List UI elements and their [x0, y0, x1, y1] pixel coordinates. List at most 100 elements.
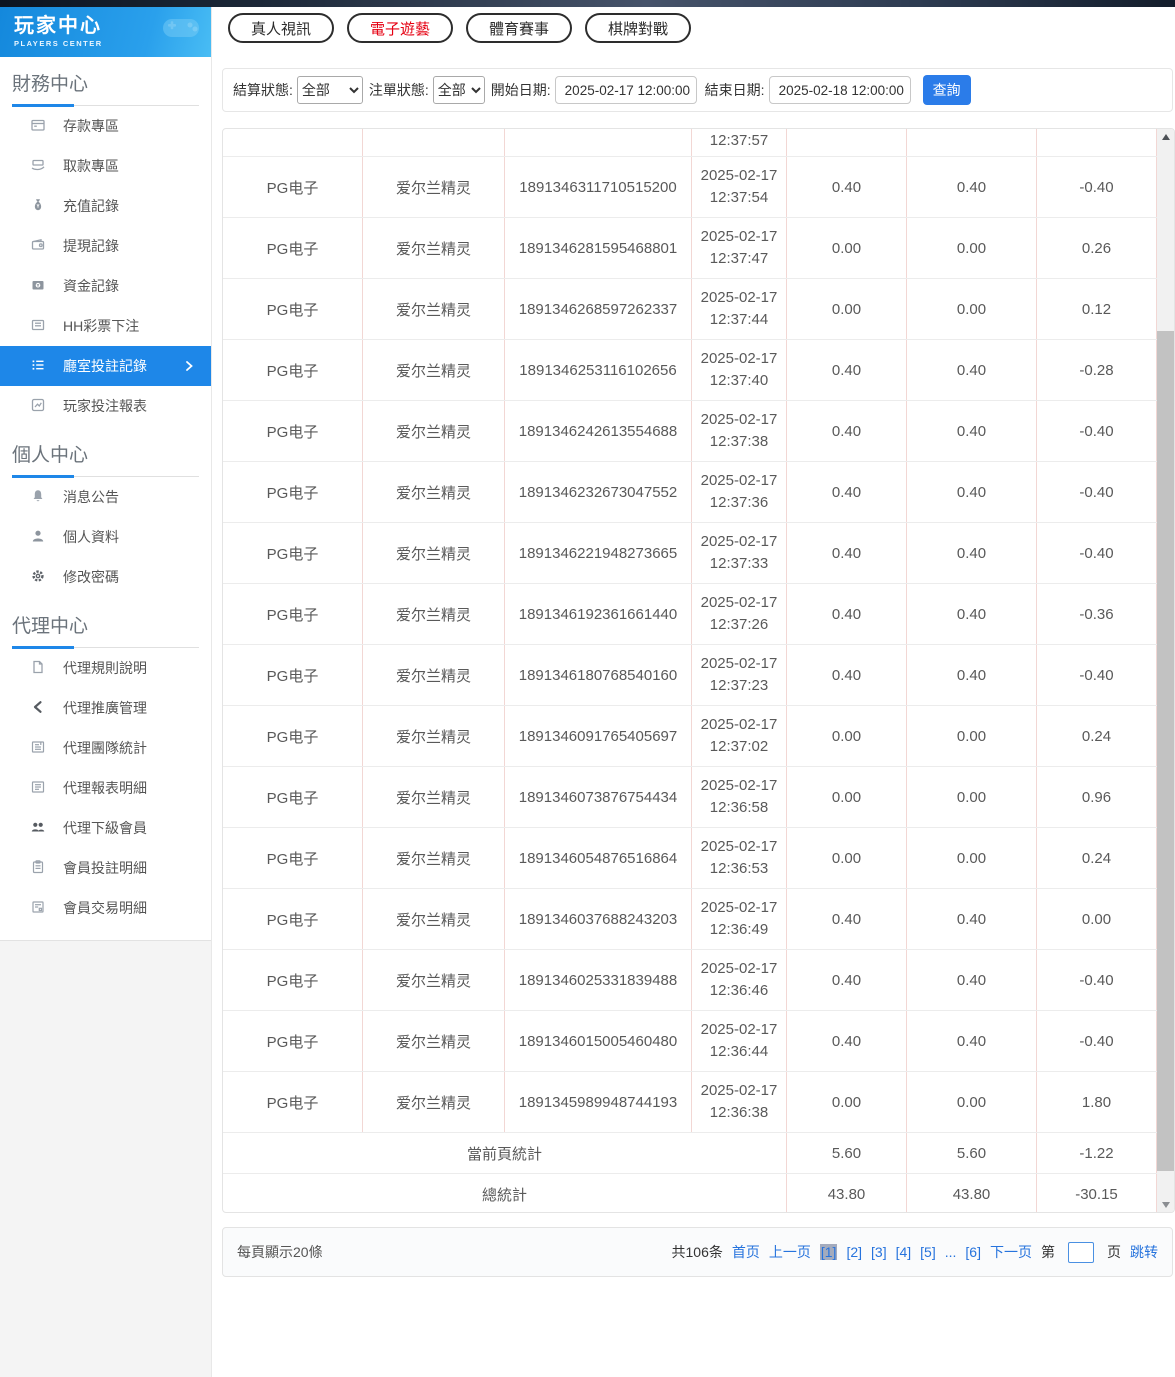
cell-time-line: 12:37:40: [709, 372, 769, 389]
page-link-2[interactable]: [2]: [846, 1244, 862, 1260]
sidebar-item-agent-promo[interactable]: 代理推廣管理: [0, 688, 211, 728]
start-date-input[interactable]: [554, 76, 697, 104]
cell-order-id: 1891346311710515200: [505, 157, 692, 217]
sidebar-item-agent-sub-members[interactable]: 代理下級會員: [0, 808, 211, 848]
cell-profit: -0.40: [1037, 950, 1157, 1010]
cell-order-id: 1891346281595468801: [505, 218, 692, 278]
bet-records-table: 12:37:57 PG电子 爱尔兰精灵 1891346311710515200: [222, 128, 1175, 1213]
order-status-select[interactable]: 全部: [432, 76, 485, 104]
table-row: PG电子 爱尔兰精灵 1891345989948744193 2025-02-1…: [223, 1072, 1157, 1133]
jump-prefix-label: 第: [1041, 1244, 1055, 1260]
scrollbar-thumb[interactable]: [1157, 331, 1174, 1171]
jump-button[interactable]: 跳转: [1130, 1242, 1158, 1262]
chevron-right-icon: [181, 359, 197, 373]
cell-game: 爱尔兰精灵: [363, 828, 505, 888]
sidebar-item-member-trade-detail[interactable]: 會員交易明細: [0, 888, 211, 928]
next-page-link[interactable]: 下一页: [990, 1242, 1032, 1262]
tab-board-games[interactable]: 棋牌對戰: [585, 13, 692, 43]
table-row: PG电子 爱尔兰精灵 1891346242613554688 2025-02-1…: [223, 401, 1157, 462]
cell-valid-bet: 0.40: [907, 645, 1037, 705]
end-date-input[interactable]: [768, 76, 911, 104]
cell-platform: PG电子: [223, 584, 363, 644]
tab-electronic-games[interactable]: 電子遊藝: [347, 13, 454, 43]
cell-date-line: 2025-02-17: [700, 167, 778, 184]
page-link-1[interactable]: [1]: [819, 1244, 838, 1260]
cell-time-line: 12:37:26: [709, 616, 769, 633]
cell-time: 2025-02-17 12:37:40: [692, 340, 787, 400]
cell-platform: PG电子: [223, 523, 363, 583]
cell-time-line: 12:36:38: [709, 1104, 769, 1121]
cell-profit: -0.40: [1037, 401, 1157, 461]
table-row: PG电子 爱尔兰精灵 1891346073876754434 2025-02-1…: [223, 767, 1157, 828]
money-bag-icon: [30, 197, 46, 216]
page-link-4[interactable]: [4]: [896, 1244, 912, 1260]
first-page-link[interactable]: 首页: [732, 1242, 760, 1262]
table-row: PG电子 爱尔兰精灵 1891346015005460480 2025-02-1…: [223, 1011, 1157, 1072]
sidebar-item-funds-record[interactable]: 資金記錄: [0, 266, 211, 306]
cell-platform: PG电子: [223, 706, 363, 766]
cell-bet: 0.40: [787, 645, 907, 705]
sidebar-item-recharge-record[interactable]: 充值記錄: [0, 186, 211, 226]
cell-game: 爱尔兰精灵: [363, 279, 505, 339]
sidebar-item-profile[interactable]: 個人資料: [0, 517, 211, 557]
sidebar-item-label: 代理下級會員: [63, 820, 147, 836]
cell-date-line: 2025-02-17: [700, 594, 778, 611]
cell-time: 2025-02-17 12:37:44: [692, 279, 787, 339]
sidebar-item-withdrawal-record[interactable]: 提現記錄: [0, 226, 211, 266]
cell-date-line: 2025-02-17: [700, 1021, 778, 1038]
sidebar-item-withdraw[interactable]: 取款專區: [0, 146, 211, 186]
cell-time: 2025-02-17 12:37:02: [692, 706, 787, 766]
total-summary-row: 總統計 43.80 43.80 -30.15: [223, 1174, 1157, 1212]
sidebar-item-agent-rules[interactable]: 代理規則說明: [0, 648, 211, 688]
tab-sports[interactable]: 體育賽事: [466, 13, 573, 43]
cell-valid-bet: 0.00: [907, 706, 1037, 766]
cell-bet: 0.40: [787, 523, 907, 583]
cell-time-line: 12:36:46: [709, 982, 769, 999]
cell-time: 2025-02-17 12:37:23: [692, 645, 787, 705]
cell-time-line: 12:36:49: [709, 921, 769, 938]
sidebar-item-notice[interactable]: 消息公告: [0, 477, 211, 517]
scrollbar-down-arrow[interactable]: [1157, 1197, 1174, 1212]
table-row: PG电子 爱尔兰精灵 1891346025331839488 2025-02-1…: [223, 950, 1157, 1011]
page-summary-bet: 5.60: [787, 1133, 907, 1173]
cell-game: 爱尔兰精灵: [363, 523, 505, 583]
jump-page-input[interactable]: [1068, 1241, 1094, 1263]
sidebar-item-player-report[interactable]: 玩家投注報表: [0, 386, 211, 426]
sidebar-item-room-bet-record[interactable]: 廳室投註記錄: [0, 346, 211, 386]
sidebar-item-change-password[interactable]: 修改密碼: [0, 557, 211, 597]
cell-platform: PG电子: [223, 950, 363, 1010]
prev-page-link[interactable]: 上一页: [769, 1242, 811, 1262]
search-button[interactable]: 查詢: [922, 75, 971, 105]
cell-game: 爱尔兰精灵: [363, 218, 505, 278]
table-row: PG电子 爱尔兰精灵 1891346268597262337 2025-02-1…: [223, 279, 1157, 340]
cell-order-id: 1891346015005460480: [505, 1011, 692, 1071]
cell-valid-bet: 0.40: [907, 584, 1037, 644]
total-summary-valid-bet: 43.80: [907, 1174, 1037, 1212]
settle-status-select[interactable]: 全部: [296, 76, 363, 104]
ledger-icon: [30, 899, 46, 918]
sidebar-item-agent-team-stats[interactable]: 代理團隊統計: [0, 728, 211, 768]
sidebar-item-deposit[interactable]: 存款專區: [0, 106, 211, 146]
cell-time-line: 12:36:44: [709, 1043, 769, 1060]
cell-platform: PG电子: [223, 828, 363, 888]
scrollbar-up-arrow[interactable]: [1157, 129, 1174, 144]
sidebar-item-label: 廳室投註記錄: [63, 358, 147, 374]
page-link-5[interactable]: [5]: [920, 1244, 936, 1260]
page-link-6[interactable]: [6]: [965, 1244, 981, 1260]
sidebar-item-label: 會員投註明細: [63, 860, 147, 876]
sidebar-item-lottery-bet[interactable]: HH彩票下注: [0, 306, 211, 346]
page-link-3[interactable]: [3]: [871, 1244, 887, 1260]
cell-bet: 0.40: [787, 401, 907, 461]
cell-bet: 0.40: [787, 950, 907, 1010]
cell-bet: 0.00: [787, 706, 907, 766]
sidebar-item-agent-report-detail[interactable]: 代理報表明細: [0, 768, 211, 808]
cell-time-line: 12:37:54: [709, 189, 769, 206]
table-row: PG电子 爱尔兰精灵 1891346253116102656 2025-02-1…: [223, 340, 1157, 401]
cell-valid-bet: 0.40: [907, 462, 1037, 522]
sidebar-item-label: 存款專區: [63, 118, 119, 134]
sidebar-item-member-bet-detail[interactable]: 會員投註明細: [0, 848, 211, 888]
tab-live-casino[interactable]: 真人視訊: [228, 13, 335, 43]
cell-time: 2025-02-17 12:37:26: [692, 584, 787, 644]
table-scrollbar[interactable]: [1157, 129, 1174, 1212]
table-row: PG电子 爱尔兰精灵 1891346192361661440 2025-02-1…: [223, 584, 1157, 645]
